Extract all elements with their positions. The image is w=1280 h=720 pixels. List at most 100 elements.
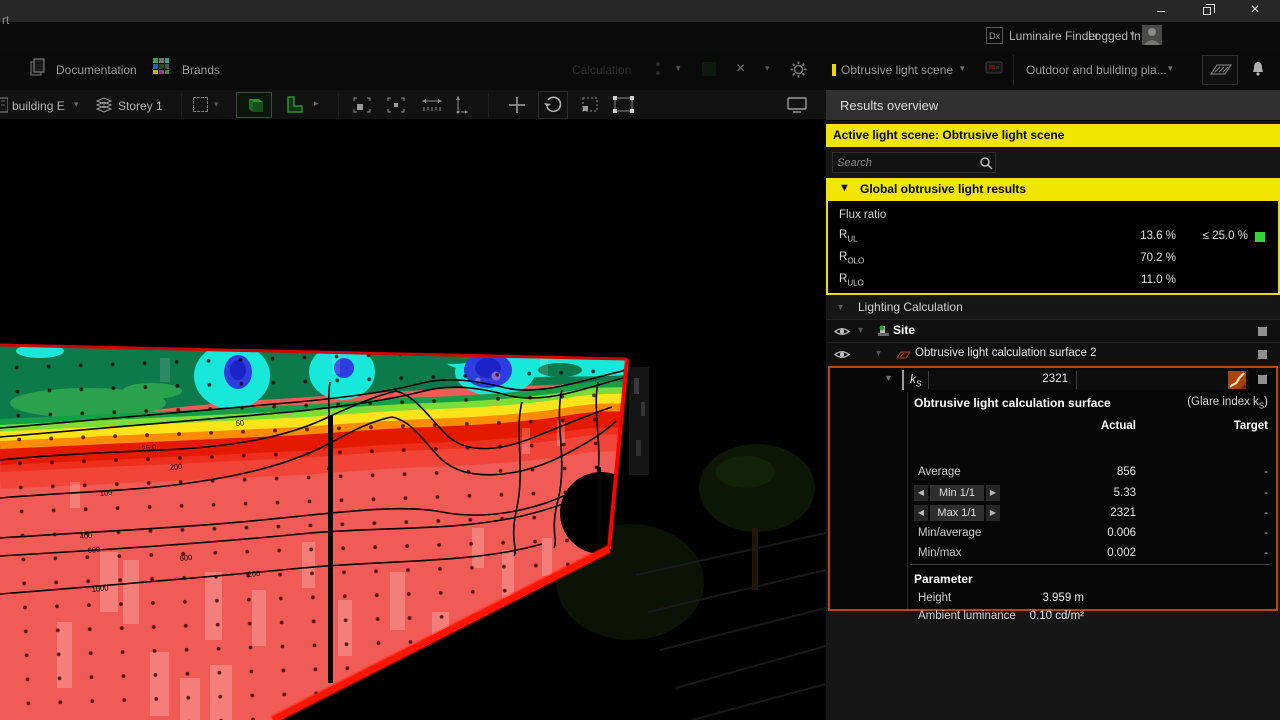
measure-vertical-icon[interactable] [452,94,472,116]
detail-row: Min/max0.002- [830,547,1276,565]
close-button[interactable]: × [1240,0,1270,22]
detail-label: Average [918,466,961,478]
building-selector[interactable]: building E [12,99,65,113]
light-scene-dropdown[interactable]: Obtrusive light scene [841,63,953,77]
site-icon [876,324,891,338]
move-tool-icon[interactable] [506,94,528,116]
building-dropdown-icon[interactable]: ▾ [74,99,79,110]
collapse-icon[interactable]: ▾ [858,325,863,336]
restore-button[interactable] [1193,0,1223,22]
stepper-prev-button[interactable]: ◀ [914,485,928,501]
global-results-header[interactable]: ▼ Global obtrusive light results [826,178,1280,201]
notifications-bell-icon[interactable] [1250,60,1266,78]
logged-in-dropdown-icon[interactable]: ▾ [1130,29,1135,40]
zoom-selection-icon[interactable] [386,96,406,114]
selection-dropdown-icon[interactable]: ▾ [214,99,219,110]
value-stepper: ◀Max 1/1▶ [914,505,1000,521]
stepper-next-button[interactable]: ▶ [986,505,1000,521]
zoom-extents-icon[interactable] [352,96,372,114]
profile-dropdown-icon[interactable]: ▾ [1168,63,1173,74]
stepper-prev-button[interactable]: ◀ [914,505,928,521]
global-results-section: ▼ Global obtrusive light results Flux ra… [826,178,1280,295]
solid-view-button[interactable] [236,92,272,118]
search-input[interactable] [837,154,972,171]
flux-actual: 11.0 % [1141,274,1176,286]
expand-tools-icon[interactable]: ▸ [314,98,319,109]
selected-surface-block: ▾ kS 2321 Obtrusive light calculation su… [828,366,1278,611]
tree-trunk [752,528,758,590]
flux-ratio-row: RUL13.6 %≤ 25.0 % [828,229,1278,247]
stepper-label[interactable]: Min 1/1 [930,485,984,501]
luminaire-surface-button[interactable] [1202,55,1238,85]
documentation-icon [30,58,46,76]
tree-item-label: Obtrusive light calculation surface 2 [915,347,1097,359]
stepper-label[interactable]: Max 1/1 [930,505,984,521]
cropped-tab-fragment: rt [2,13,9,27]
detail-row: Average856- [830,466,1276,484]
storey-selector[interactable]: Storey 1 [118,99,163,113]
detail-target: - [1264,487,1268,499]
toolbar-separator [488,93,489,117]
rotate-tool-button[interactable] [538,91,568,119]
flux-actual: 13.6 % [1140,230,1176,242]
light-scene-dropdown-icon[interactable]: ▾ [960,63,965,74]
measure-horizontal-icon[interactable] [420,95,444,115]
luminaire-finder-link[interactable]: Luminaire Finder [1009,29,1099,43]
application-window: – × Dx Luminaire Finder Logged in ▾ rt D… [0,0,1280,720]
tree-item-lighting-calculation[interactable]: ▾ Lighting Calculation [826,297,1280,320]
scene-preview-icon[interactable] [984,60,1004,77]
display-mode-icon[interactable] [786,96,808,114]
detail-row: Min/average0.006- [830,527,1276,545]
light-pole [328,415,333,683]
detail-header: Obtrusive light calculation surface [914,396,1111,410]
false-color-thumbnail[interactable] [1228,371,1246,389]
calc-dropdown-icon[interactable]: ▾ [676,63,681,74]
collapse-icon[interactable]: ▼ [839,182,850,194]
settings-gear-icon[interactable] [790,61,807,78]
building-icon [0,96,8,114]
collapse-icon[interactable]: ▾ [876,348,881,359]
detail-actual: 0.002 [1107,547,1136,559]
marquee-tool-icon[interactable] [612,95,636,115]
scale-tool-icon[interactable] [580,95,602,115]
collapse-icon[interactable]: ▾ [886,373,891,384]
surface-checkbox[interactable] [1258,350,1267,359]
visibility-eye-icon[interactable] [834,326,850,337]
site-checkbox[interactable] [1258,327,1267,336]
glare-index-caption: (Glare index kS) [1187,396,1268,410]
collapse-icon[interactable]: ▾ [838,302,843,313]
title-bar: – × [0,0,1280,22]
tab-brands[interactable]: Brands [182,63,220,77]
avatar[interactable] [1142,25,1162,45]
panel-title: Results overview [840,98,938,113]
visibility-eye-icon[interactable] [834,349,850,360]
selection-frame-icon[interactable] [193,97,208,112]
calculation-button-disabled: Calculation [572,63,631,77]
wall-tool-icon[interactable] [284,95,306,115]
3d-viewport[interactable]: 25.0501002004006001000600200 [0,120,826,720]
tree-item-calc-surface[interactable]: ▾ Obtrusive light calculation surface 2 [826,342,1280,365]
tree-item-label: Lighting Calculation [858,300,963,314]
cancel-icon[interactable]: × [736,60,745,78]
account-bar: Dx Luminaire Finder Logged in ▾ [0,22,1280,50]
calc-mode-icon[interactable] [650,60,666,78]
ks-value[interactable]: 2321 [934,373,1068,385]
tree-item-site[interactable]: ▾ Site [826,319,1280,342]
flux-label: RULO [839,273,864,287]
minimize-button[interactable]: – [1146,0,1176,22]
cancel-dropdown-icon[interactable]: ▾ [765,63,770,74]
brands-icon [152,57,170,75]
calc-status-icon [702,62,716,76]
detail-label: Min/average [918,527,981,539]
ks-checkbox[interactable] [1258,375,1267,384]
parameter-label: Ambient luminance [918,610,1016,622]
search-icon[interactable] [979,156,993,170]
tab-documentation[interactable]: Documentation [56,63,137,77]
glare-index-field[interactable]: kS 2321 [902,370,1250,390]
glare-index-row[interactable]: ▾ kS 2321 [830,368,1276,392]
flux-ratio-title: Flux ratio [839,209,886,221]
profile-dropdown[interactable]: Outdoor and building pla... [1026,63,1167,77]
dx-badge-icon: Dx [986,27,1003,44]
stepper-next-button[interactable]: ▶ [986,485,1000,501]
detail-target: - [1264,547,1268,559]
